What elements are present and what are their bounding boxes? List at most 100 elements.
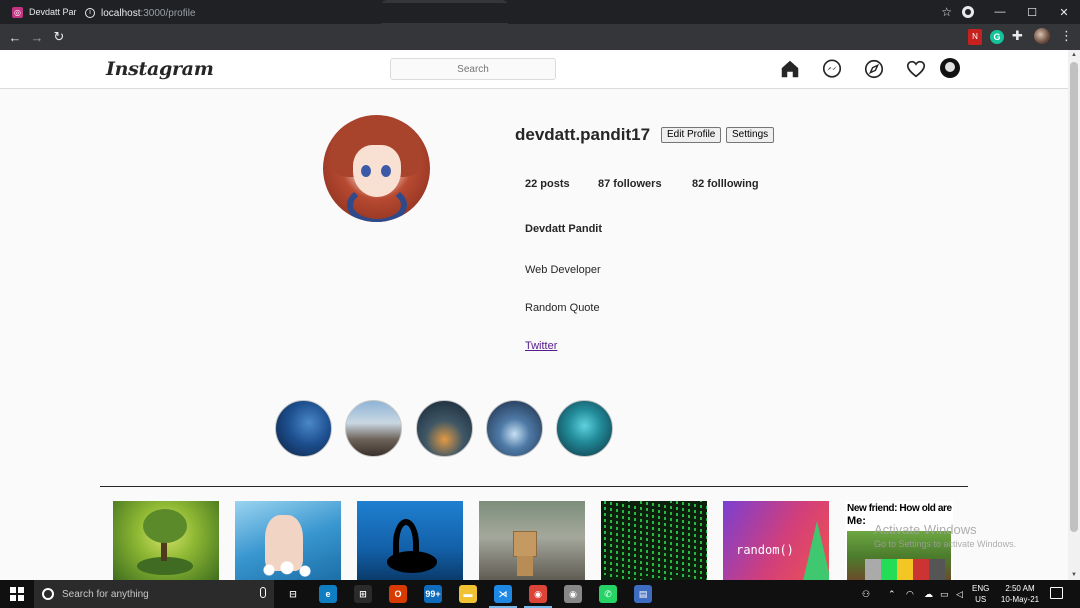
edge-icon[interactable]: e — [319, 585, 337, 603]
minimize-button[interactable]: — — [984, 6, 1016, 18]
search-input[interactable] — [390, 58, 556, 80]
meme-text: New friend: How old are you? — [847, 503, 953, 514]
browser-menu-icon[interactable]: ⋮ — [1060, 28, 1073, 44]
activate-windows-watermark: Activate Windows Go to Settings to activ… — [874, 522, 1016, 549]
profile-avatar[interactable] — [1034, 28, 1050, 44]
matrix-column — [604, 501, 606, 575]
reload-button[interactable]: ↻ — [48, 29, 70, 45]
windows-start-icon[interactable] — [10, 587, 24, 601]
post-thumbnail[interactable] — [235, 501, 341, 580]
matrix-column — [634, 506, 636, 580]
story-highlight[interactable] — [556, 400, 613, 457]
chrome-2-icon[interactable]: ◉ — [564, 585, 582, 603]
post-thumbnail[interactable] — [479, 501, 585, 580]
windows-taskbar: Search for anything ⊟ e ⊞ O 99+ ▬ ⋊ ◉ ◉ ✆ ▤ ⚇ ⌃ ◠ … — [0, 580, 1080, 608]
flowers-shape — [257, 559, 317, 580]
store-icon[interactable]: ⊞ — [354, 585, 372, 603]
site-info-icon[interactable]: i — [85, 8, 95, 18]
box-robot-body — [517, 556, 533, 576]
post-thumbnail[interactable] — [357, 501, 463, 580]
taskbar-search-placeholder: Search for anything — [62, 588, 149, 600]
post-thumbnail[interactable] — [601, 501, 707, 580]
explorer-icon[interactable]: ▬ — [459, 585, 477, 603]
post-thumbnail[interactable]: random() — [723, 501, 829, 580]
instagram-navbar: Instagram — [0, 50, 1068, 89]
vscode-icon[interactable]: ⋊ — [494, 585, 512, 603]
task-view-icon[interactable]: ⊟ — [284, 585, 302, 603]
profile-picture-eye — [361, 165, 371, 177]
meme-text: Me: — [847, 515, 866, 527]
media-indicator-icon[interactable] — [962, 6, 974, 18]
url-path: :3000/profile — [140, 7, 196, 19]
story-highlight[interactable] — [275, 400, 332, 457]
office-icon[interactable]: O — [389, 585, 407, 603]
matrix-column — [664, 505, 666, 580]
language-indicator[interactable]: ENG US — [972, 583, 989, 605]
forward-button[interactable]: → — [26, 30, 48, 45]
page-scrollbar[interactable]: ▲ ▼ — [1068, 50, 1080, 580]
story-highlight[interactable] — [345, 400, 402, 457]
wifi-icon[interactable]: ◠ — [906, 580, 914, 608]
region-code: US — [975, 595, 987, 604]
notepad-icon[interactable]: ▤ — [634, 585, 652, 603]
twitter-link[interactable]: Twitter — [525, 340, 557, 352]
mail-icon[interactable]: 99+ — [424, 585, 442, 603]
clock-time: 2:50 AM — [1005, 584, 1035, 593]
story-highlight[interactable] — [486, 400, 543, 457]
scrollbar-thumb[interactable] — [1070, 62, 1078, 532]
extensions-puzzle-icon[interactable]: ✚ — [1012, 28, 1023, 44]
box-robot-head — [513, 531, 537, 557]
story-highlight[interactable] — [416, 400, 473, 457]
followers-count[interactable]: 87 followers — [598, 178, 662, 190]
clock[interactable]: 2:50 AM 10-May-21 — [998, 583, 1042, 605]
explore-icon[interactable] — [863, 58, 885, 80]
heart-icon[interactable] — [905, 58, 927, 80]
scroll-up-icon[interactable]: ▲ — [1071, 52, 1077, 58]
matrix-column — [706, 506, 707, 580]
edit-profile-button[interactable]: Edit Profile — [661, 127, 722, 143]
whatsapp-icon[interactable]: ✆ — [599, 585, 617, 603]
tree-canopy — [143, 509, 187, 543]
scroll-down-icon[interactable]: ▼ — [1071, 572, 1077, 578]
browser-toolbar: ← → ↻ — [0, 24, 1080, 50]
matrix-column — [676, 501, 678, 575]
taskbar-search[interactable]: Search for anything — [34, 580, 274, 608]
back-button[interactable]: ← — [4, 30, 26, 45]
messenger-icon[interactable] — [821, 58, 843, 80]
matrix-column — [700, 501, 702, 579]
cortana-icon — [42, 588, 54, 600]
triangle-shape — [803, 521, 829, 580]
matrix-column — [694, 504, 696, 580]
matrix-column — [682, 502, 684, 580]
settings-button[interactable]: Settings — [726, 127, 775, 143]
url-host: localhost — [101, 7, 141, 19]
extension-red-icon[interactable]: N — [968, 29, 982, 45]
home-icon[interactable] — [779, 58, 801, 80]
maximize-button[interactable]: ☐ — [1016, 6, 1048, 19]
people-icon[interactable]: ⚇ — [862, 580, 870, 608]
swan-body — [387, 551, 437, 573]
tab-favicon-icon: ◎ — [12, 6, 23, 18]
volume-icon[interactable]: ◁ — [956, 580, 963, 608]
address-bar[interactable]: i localhost:3000/profile ☆ — [76, 3, 960, 23]
close-window-button[interactable]: ✕ — [1048, 6, 1080, 19]
tray-chevron-icon[interactable]: ⌃ — [888, 580, 896, 608]
nav-avatar[interactable] — [940, 58, 960, 78]
cloud-icon[interactable]: ☁ — [924, 580, 933, 608]
matrix-column — [610, 502, 612, 580]
bookmark-star-icon[interactable]: ☆ — [941, 5, 952, 19]
following-count[interactable]: 82 folllowing — [692, 178, 759, 190]
matrix-column — [646, 501, 648, 576]
posts-count: 22 posts — [525, 178, 570, 190]
microphone-icon[interactable] — [260, 587, 266, 598]
matrix-column — [622, 504, 624, 580]
notification-center-icon[interactable] — [1050, 587, 1063, 599]
post-thumbnail[interactable] — [113, 501, 219, 580]
matrix-column — [652, 503, 654, 580]
grammarly-icon[interactable]: G — [990, 30, 1004, 44]
instagram-logo[interactable]: Instagram — [106, 58, 214, 80]
battery-icon[interactable]: ▭ — [940, 580, 949, 608]
profile-picture[interactable] — [323, 115, 430, 222]
matrix-column — [628, 501, 630, 579]
chrome-icon[interactable]: ◉ — [529, 585, 547, 603]
